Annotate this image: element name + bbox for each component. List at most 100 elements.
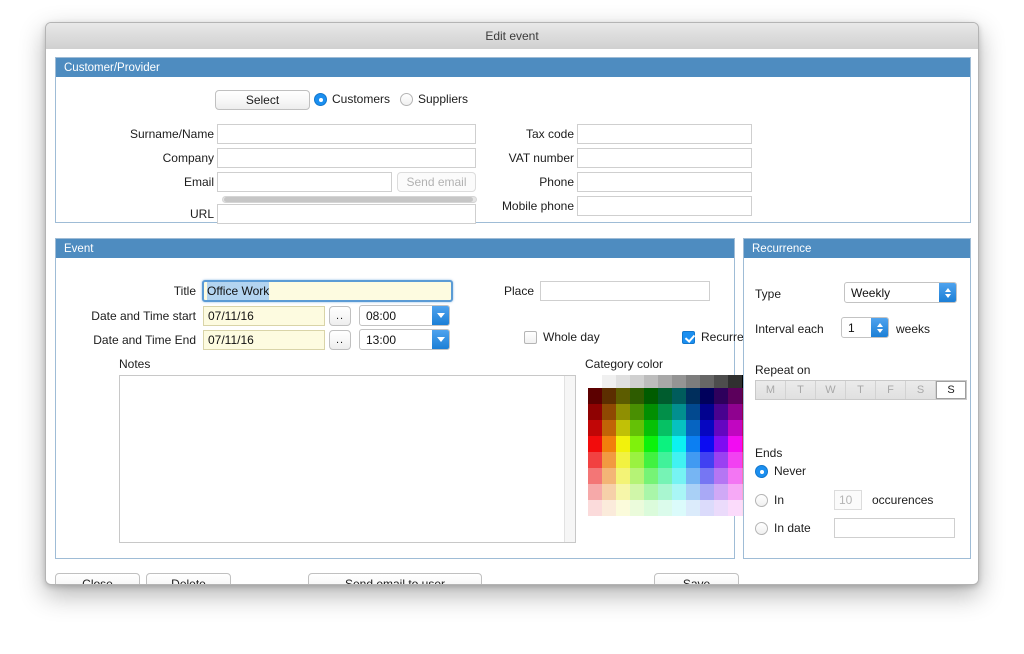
palette-color-cell-1-10[interactable]: [728, 404, 742, 420]
palette-color-cell-5-2[interactable]: [616, 468, 630, 484]
interval-stepper-icon[interactable]: [871, 318, 888, 337]
palette-color-cell-6-2[interactable]: [616, 484, 630, 500]
palette-color-cell-0-5[interactable]: [658, 388, 672, 404]
palette-color-cell-5-3[interactable]: [630, 468, 644, 484]
palette-color-cell-7-7[interactable]: [686, 500, 700, 516]
palette-color-cell-1-7[interactable]: [686, 404, 700, 420]
palette-color-cell-2-5[interactable]: [658, 420, 672, 436]
repeat-day-3[interactable]: T: [846, 381, 876, 399]
palette-color-cell-2-6[interactable]: [672, 420, 686, 436]
radio-suppliers[interactable]: [400, 93, 413, 106]
palette-color-cell-3-1[interactable]: [602, 436, 616, 452]
phone-input[interactable]: [577, 172, 752, 192]
palette-color-cell-4-2[interactable]: [616, 452, 630, 468]
palette-gray-cell-5[interactable]: [658, 375, 672, 388]
notes-vertical-scrollbar[interactable]: [564, 376, 575, 542]
palette-color-cell-4-1[interactable]: [602, 452, 616, 468]
time-end-dropdown-icon[interactable]: [432, 330, 449, 349]
palette-color-cell-4-3[interactable]: [630, 452, 644, 468]
repeat-day-1[interactable]: T: [786, 381, 816, 399]
category-color-palette[interactable]: [588, 375, 756, 516]
title-input[interactable]: Office Work: [202, 280, 453, 302]
repeat-day-4[interactable]: F: [876, 381, 906, 399]
palette-color-cell-0-2[interactable]: [616, 388, 630, 404]
ends-in-date-radio[interactable]: [755, 522, 768, 535]
palette-color-cell-0-9[interactable]: [714, 388, 728, 404]
palette-gray-cell-6[interactable]: [672, 375, 686, 388]
palette-color-cell-5-5[interactable]: [658, 468, 672, 484]
close-button[interactable]: Close: [55, 573, 140, 584]
palette-color-cell-3-7[interactable]: [686, 436, 700, 452]
vat-number-input[interactable]: [577, 148, 752, 168]
time-start-select[interactable]: 08:00: [359, 305, 450, 326]
palette-color-cell-6-6[interactable]: [672, 484, 686, 500]
palette-color-cell-6-8[interactable]: [700, 484, 714, 500]
save-button[interactable]: Save: [654, 573, 739, 584]
time-start-dropdown-icon[interactable]: [432, 306, 449, 325]
select-button[interactable]: Select: [215, 90, 310, 110]
palette-color-cell-1-3[interactable]: [630, 404, 644, 420]
palette-color-cell-1-4[interactable]: [644, 404, 658, 420]
palette-color-cell-2-0[interactable]: [588, 420, 602, 436]
palette-color-cell-7-0[interactable]: [588, 500, 602, 516]
recurrence-checkbox[interactable]: [682, 331, 695, 344]
palette-color-cell-5-0[interactable]: [588, 468, 602, 484]
palette-color-cell-7-2[interactable]: [616, 500, 630, 516]
palette-color-cell-7-8[interactable]: [700, 500, 714, 516]
palette-color-cell-1-8[interactable]: [700, 404, 714, 420]
palette-color-cell-0-6[interactable]: [672, 388, 686, 404]
repeat-on-daybar[interactable]: MTWTFSS: [755, 380, 967, 400]
palette-color-cell-3-8[interactable]: [700, 436, 714, 452]
palette-color-cell-2-9[interactable]: [714, 420, 728, 436]
palette-color-cell-5-1[interactable]: [602, 468, 616, 484]
palette-grayscale-row[interactable]: [588, 375, 756, 388]
place-input[interactable]: [540, 281, 710, 301]
palette-color-cell-7-5[interactable]: [658, 500, 672, 516]
palette-gray-cell-8[interactable]: [700, 375, 714, 388]
palette-gray-cell-3[interactable]: [630, 375, 644, 388]
palette-color-cell-4-6[interactable]: [672, 452, 686, 468]
palette-color-cell-3-3[interactable]: [630, 436, 644, 452]
palette-color-cell-7-9[interactable]: [714, 500, 728, 516]
ends-in-radio[interactable]: [755, 494, 768, 507]
palette-color-cell-3-0[interactable]: [588, 436, 602, 452]
palette-color-cell-2-1[interactable]: [602, 420, 616, 436]
palette-color-cell-1-9[interactable]: [714, 404, 728, 420]
palette-color-cell-4-10[interactable]: [728, 452, 742, 468]
palette-color-cell-7-3[interactable]: [630, 500, 644, 516]
palette-color-cell-3-2[interactable]: [616, 436, 630, 452]
palette-color-cell-2-4[interactable]: [644, 420, 658, 436]
palette-color-cell-0-7[interactable]: [686, 388, 700, 404]
ends-in-occurrences-input[interactable]: 10: [834, 490, 862, 510]
palette-color-cell-6-3[interactable]: [630, 484, 644, 500]
palette-color-grid[interactable]: [588, 388, 756, 516]
palette-color-cell-0-8[interactable]: [700, 388, 714, 404]
palette-color-cell-7-4[interactable]: [644, 500, 658, 516]
notes-textarea[interactable]: [119, 375, 576, 543]
palette-color-cell-7-1[interactable]: [602, 500, 616, 516]
mobile-phone-input[interactable]: [577, 196, 752, 216]
palette-color-cell-1-0[interactable]: [588, 404, 602, 420]
palette-color-cell-4-0[interactable]: [588, 452, 602, 468]
delete-button[interactable]: Delete: [146, 573, 231, 584]
ends-never-radio[interactable]: [755, 465, 768, 478]
palette-gray-cell-2[interactable]: [616, 375, 630, 388]
palette-color-cell-0-1[interactable]: [602, 388, 616, 404]
palette-gray-cell-9[interactable]: [714, 375, 728, 388]
recurrence-type-stepper-icon[interactable]: [939, 283, 956, 302]
palette-color-cell-0-4[interactable]: [644, 388, 658, 404]
whole-day-checkbox[interactable]: [524, 331, 537, 344]
palette-color-cell-6-7[interactable]: [686, 484, 700, 500]
palette-color-cell-3-9[interactable]: [714, 436, 728, 452]
palette-color-cell-6-9[interactable]: [714, 484, 728, 500]
palette-color-cell-6-4[interactable]: [644, 484, 658, 500]
palette-color-cell-6-5[interactable]: [658, 484, 672, 500]
palette-gray-cell-1[interactable]: [602, 375, 616, 388]
palette-color-cell-3-10[interactable]: [728, 436, 742, 452]
palette-color-cell-5-4[interactable]: [644, 468, 658, 484]
palette-color-cell-2-2[interactable]: [616, 420, 630, 436]
palette-color-cell-1-2[interactable]: [616, 404, 630, 420]
palette-color-cell-4-8[interactable]: [700, 452, 714, 468]
palette-gray-cell-4[interactable]: [644, 375, 658, 388]
palette-color-cell-5-6[interactable]: [672, 468, 686, 484]
